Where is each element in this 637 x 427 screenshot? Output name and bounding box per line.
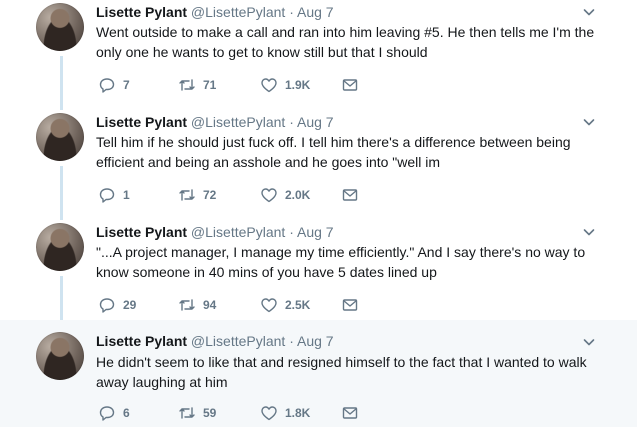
tweet-header: Lisette Pylant @LisettePylant · Aug 7 xyxy=(96,3,334,21)
heart-icon xyxy=(261,78,277,93)
reply-icon xyxy=(99,406,115,421)
author-name[interactable]: Lisette Pylant xyxy=(96,224,187,240)
retweet-icon xyxy=(179,299,195,311)
direct-message-button[interactable] xyxy=(341,186,359,204)
envelope-icon xyxy=(342,79,358,91)
avatar[interactable] xyxy=(36,3,84,51)
retweet-count: 94 xyxy=(203,298,217,312)
tweet-date[interactable]: Aug 7 xyxy=(297,224,334,240)
heart-icon xyxy=(261,188,277,203)
reply-count: 1 xyxy=(123,188,130,202)
author-name[interactable]: Lisette Pylant xyxy=(96,333,187,349)
chevron-down-icon[interactable] xyxy=(583,226,595,238)
retweet-icon xyxy=(179,407,195,419)
reply-icon xyxy=(99,78,115,93)
retweet-count: 72 xyxy=(203,188,217,202)
like-count: 1.8K xyxy=(285,406,311,420)
like-button[interactable]: 1.8K xyxy=(260,404,310,422)
like-button[interactable]: 1.9K xyxy=(260,76,310,94)
reply-button[interactable]: 6 xyxy=(98,404,130,422)
tweet-header: Lisette Pylant @LisettePylant · Aug 7 xyxy=(96,113,334,131)
retweet-button[interactable]: 71 xyxy=(178,76,216,94)
reply-button[interactable]: 7 xyxy=(98,76,130,94)
retweet-icon xyxy=(179,189,195,201)
retweet-count: 71 xyxy=(203,78,217,92)
author-name[interactable]: Lisette Pylant xyxy=(96,4,187,20)
reply-count: 29 xyxy=(123,298,137,312)
reply-button[interactable]: 1 xyxy=(98,186,130,204)
author-handle[interactable]: @LisettePylant xyxy=(191,333,285,349)
author-handle[interactable]: @LisettePylant xyxy=(191,224,285,240)
tweet-text: Went outside to make a call and ran into… xyxy=(96,24,595,60)
like-count: 2.0K xyxy=(285,188,311,202)
tweet-date[interactable]: Aug 7 xyxy=(297,333,334,349)
avatar[interactable] xyxy=(36,332,84,380)
retweet-button[interactable]: 59 xyxy=(178,404,216,422)
separator-dot: · xyxy=(289,4,294,20)
like-button[interactable]: 2.5K xyxy=(260,296,310,314)
direct-message-button[interactable] xyxy=(341,296,359,314)
envelope-icon xyxy=(342,299,358,311)
reply-icon xyxy=(99,188,115,203)
like-button[interactable]: 2.0K xyxy=(260,186,310,204)
tweet-text: He didn't seem to like that and resigned… xyxy=(96,354,587,390)
separator-dot: · xyxy=(289,224,294,240)
separator-dot: · xyxy=(289,333,294,349)
tweet[interactable]: Lisette Pylant @LisettePylant · Aug 7 We… xyxy=(0,0,637,110)
retweet-count: 59 xyxy=(203,406,217,420)
tweet[interactable]: Lisette Pylant @LisettePylant · Aug 7 He… xyxy=(0,320,637,427)
author-handle[interactable]: @LisettePylant xyxy=(191,114,285,130)
author-handle[interactable]: @LisettePylant xyxy=(191,4,285,20)
envelope-icon xyxy=(342,189,358,201)
reply-icon xyxy=(99,298,115,313)
reply-button[interactable]: 29 xyxy=(98,296,136,314)
heart-icon xyxy=(261,406,277,421)
tweet-text: "...A project manager, I manage my time … xyxy=(96,244,586,280)
reply-count: 6 xyxy=(123,406,130,420)
tweet-header: Lisette Pylant @LisettePylant · Aug 7 xyxy=(96,332,334,350)
reply-count: 7 xyxy=(123,78,130,92)
like-count: 2.5K xyxy=(285,298,311,312)
retweet-button[interactable]: 94 xyxy=(178,296,216,314)
avatar[interactable] xyxy=(36,223,84,271)
tweet-header: Lisette Pylant @LisettePylant · Aug 7 xyxy=(96,223,334,241)
tweet[interactable]: Lisette Pylant @LisettePylant · Aug 7 ".… xyxy=(0,220,637,330)
author-name[interactable]: Lisette Pylant xyxy=(96,114,187,130)
avatar[interactable] xyxy=(36,113,84,161)
like-count: 1.9K xyxy=(285,78,311,92)
heart-icon xyxy=(261,298,277,313)
chevron-down-icon[interactable] xyxy=(583,6,595,18)
tweet-date[interactable]: Aug 7 xyxy=(297,114,334,130)
tweet-date[interactable]: Aug 7 xyxy=(297,4,334,20)
retweet-icon xyxy=(179,79,195,91)
separator-dot: · xyxy=(289,114,294,130)
tweet-text: Tell him if he should just fuck off. I t… xyxy=(96,134,571,170)
chevron-down-icon[interactable] xyxy=(583,116,595,128)
retweet-button[interactable]: 72 xyxy=(178,186,216,204)
envelope-icon xyxy=(342,407,358,419)
direct-message-button[interactable] xyxy=(341,404,359,422)
tweet[interactable]: Lisette Pylant @LisettePylant · Aug 7 Te… xyxy=(0,110,637,220)
chevron-down-icon[interactable] xyxy=(583,336,595,348)
direct-message-button[interactable] xyxy=(341,76,359,94)
